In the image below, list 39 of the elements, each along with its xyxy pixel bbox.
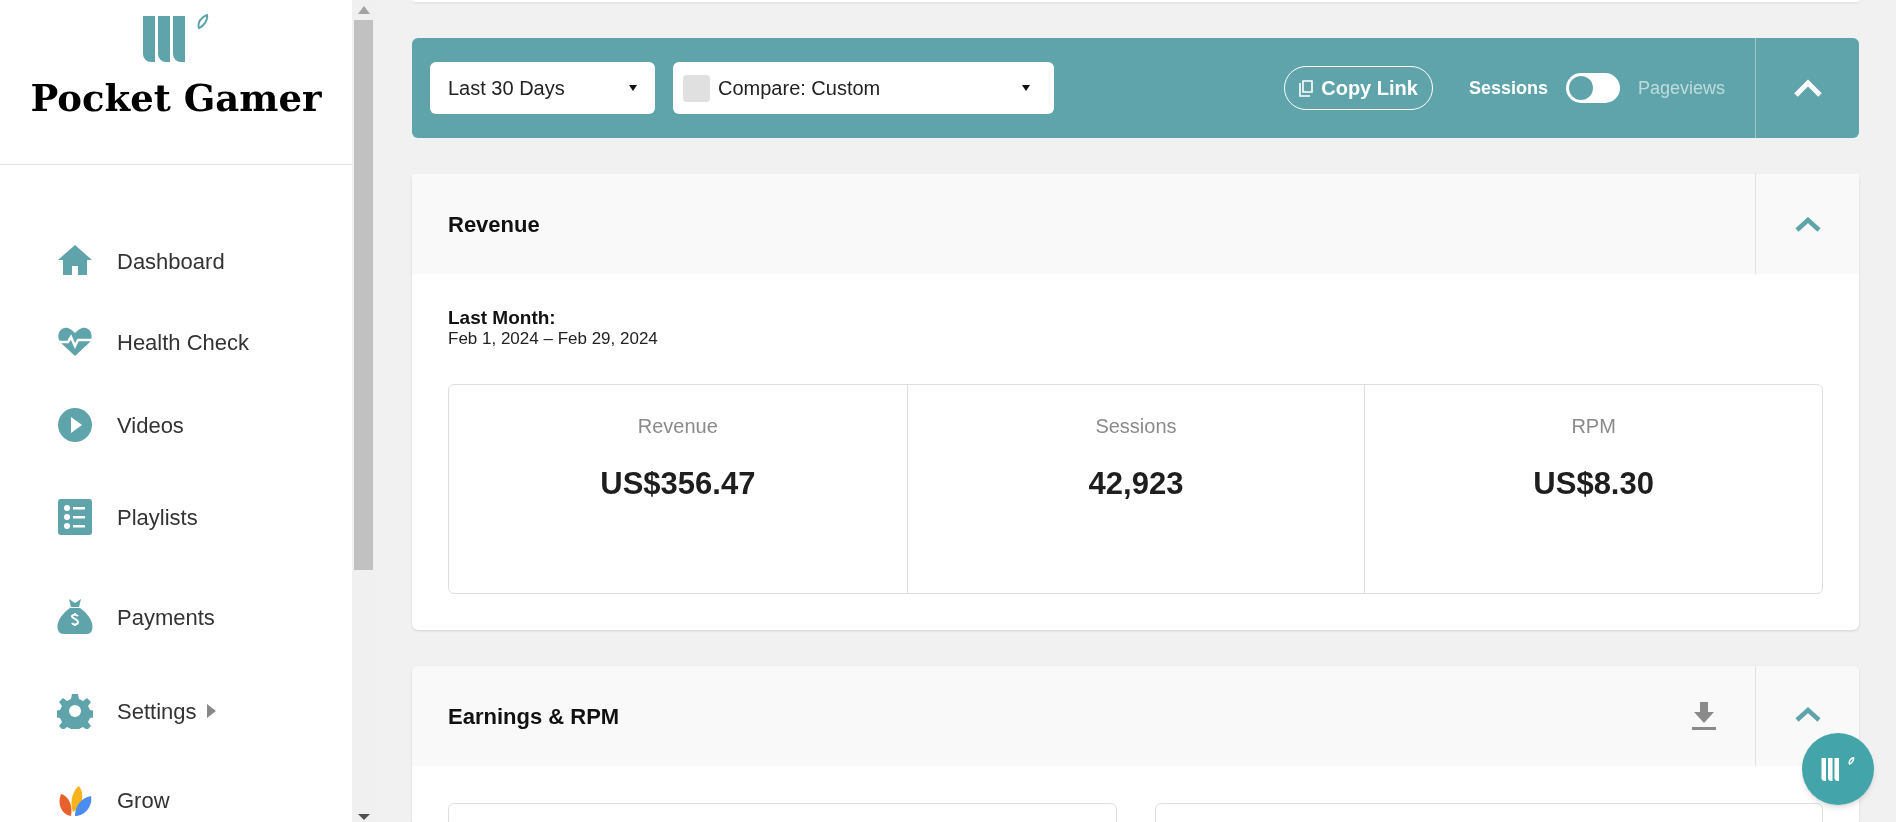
sidebar-item[interactable]: Playlists xyxy=(0,497,352,537)
chevron-up-icon xyxy=(1792,78,1823,98)
copy-icon xyxy=(1299,79,1314,97)
toggle-knob xyxy=(1568,76,1593,100)
scroll-up-icon[interactable] xyxy=(357,6,370,14)
scroll-down-icon[interactable] xyxy=(357,814,370,820)
list-icon xyxy=(57,499,93,535)
play-icon xyxy=(57,407,93,443)
stat-value: US$8.30 xyxy=(1533,465,1654,503)
sidebar-item[interactable]: Payments xyxy=(0,597,352,637)
date-range-dropdown[interactable]: Last 30 Days xyxy=(430,62,655,114)
stat-value: 42,923 xyxy=(1088,465,1184,503)
sidebar-item[interactable]: Videos xyxy=(0,405,352,445)
logo-icon xyxy=(143,14,209,62)
logo-icon xyxy=(1821,757,1855,781)
sidebar-item[interactable]: Settings xyxy=(0,691,352,731)
stat-label: RPM xyxy=(1571,414,1616,439)
stat-label: Sessions xyxy=(1095,414,1177,439)
gear-icon xyxy=(57,693,93,729)
color-swatch xyxy=(683,74,710,102)
toggle-label: Sessions xyxy=(1468,76,1548,100)
compare-dropdown[interactable]: Compare: Custom xyxy=(673,62,1054,114)
download-icon[interactable] xyxy=(1691,702,1717,730)
stat-value: US$356.47 xyxy=(600,465,756,503)
brand-name: Pocket Gamer xyxy=(30,75,322,122)
sidebar-item[interactable]: Dashboard xyxy=(0,241,352,281)
stat-label: Revenue xyxy=(637,414,718,439)
scrollbar-thumb[interactable] xyxy=(354,20,373,570)
panel-title: Earnings & RPM xyxy=(448,702,621,731)
view-toggle[interactable] xyxy=(1565,73,1620,103)
toggle-label: Pageviews xyxy=(1637,76,1725,100)
period-label: Last Month: xyxy=(448,308,557,328)
sidebar-item[interactable]: Grow xyxy=(0,780,352,820)
caret-icon xyxy=(629,85,637,91)
sidebar-item[interactable]: Health Check xyxy=(0,322,352,362)
period-dates: Feb 1, 2024 – Feb 29, 2024 xyxy=(448,328,659,350)
panel-title: Revenue xyxy=(448,210,541,239)
money-icon xyxy=(57,599,93,635)
caret-icon xyxy=(1022,85,1030,91)
